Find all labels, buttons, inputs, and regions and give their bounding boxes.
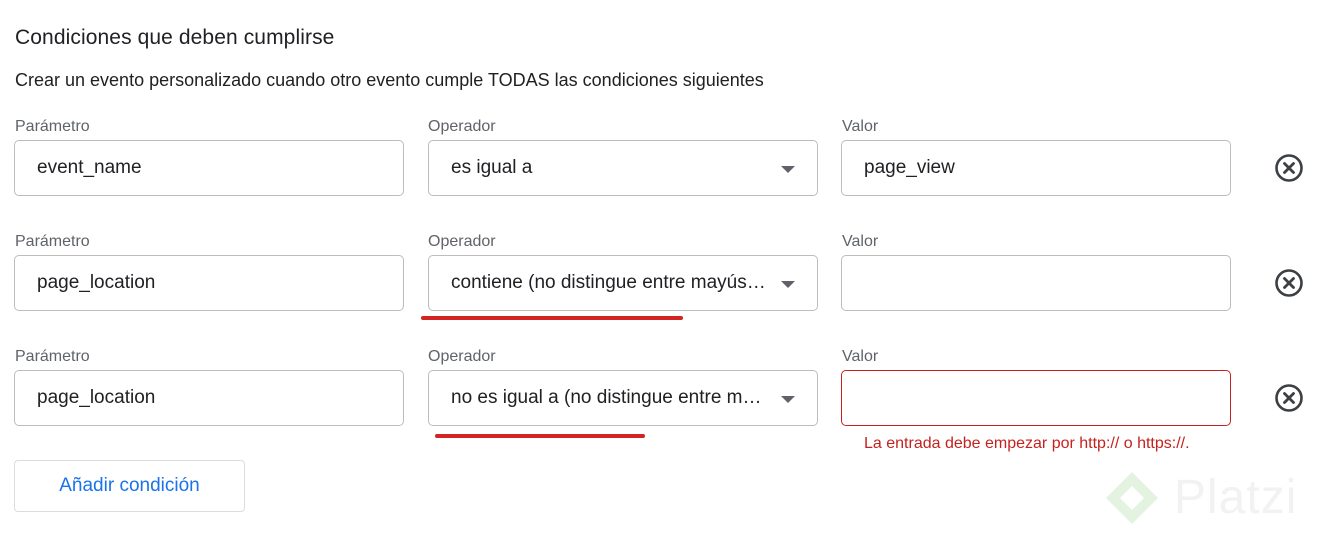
value-label: Valor [842,233,879,250]
platzi-watermark: Platzi [1100,462,1336,532]
annotation-underline [421,316,683,320]
value-label: Valor [842,348,879,365]
annotation-underline [435,434,645,438]
platzi-logo-icon [1106,472,1158,524]
parameter-input[interactable]: page_location [14,255,404,311]
operator-select-value: contiene (no distingue entre mayúsculas … [451,272,817,293]
value-input[interactable] [841,255,1231,311]
value-input[interactable] [841,370,1231,426]
remove-condition-icon[interactable] [1274,268,1304,298]
value-input[interactable]: page_view [841,140,1231,196]
section-subtitle: Crear un evento personalizado cuando otr… [15,70,764,90]
parameter-label: Parámetro [15,348,90,365]
parameter-label: Parámetro [15,118,90,135]
dropdown-arrow-icon [781,396,795,403]
value-error-message: La entrada debe empezar por http:// o ht… [864,435,1190,452]
condition-row: Parámetro Operador Valor page_location c… [0,233,1336,323]
operator-select[interactable]: contiene (no distingue entre mayúsculas … [428,255,818,311]
parameter-input[interactable]: event_name [14,140,404,196]
condition-row: Parámetro Operador Valor event_name es i… [0,118,1336,208]
watermark-text: Platzi [1174,471,1298,524]
operator-select-value: es igual a [451,157,533,178]
remove-condition-icon[interactable] [1274,383,1304,413]
condition-row: Parámetro Operador Valor page_location n… [0,348,1336,438]
section-title: Condiciones que deben cumplirse [15,26,335,49]
operator-label: Operador [428,348,496,365]
dropdown-arrow-icon [781,166,795,173]
operator-select[interactable]: no es igual a (no distingue entre mayúsc… [428,370,818,426]
remove-condition-icon[interactable] [1274,153,1304,183]
parameter-label: Parámetro [15,233,90,250]
operator-label: Operador [428,233,496,250]
dropdown-arrow-icon [781,281,795,288]
add-condition-button[interactable]: Añadir condición [14,460,245,512]
operator-label: Operador [428,118,496,135]
value-label: Valor [842,118,879,135]
operator-select-value: no es igual a (no distingue entre mayúsc… [451,387,818,408]
operator-select[interactable]: es igual a [428,140,818,196]
parameter-input[interactable]: page_location [14,370,404,426]
